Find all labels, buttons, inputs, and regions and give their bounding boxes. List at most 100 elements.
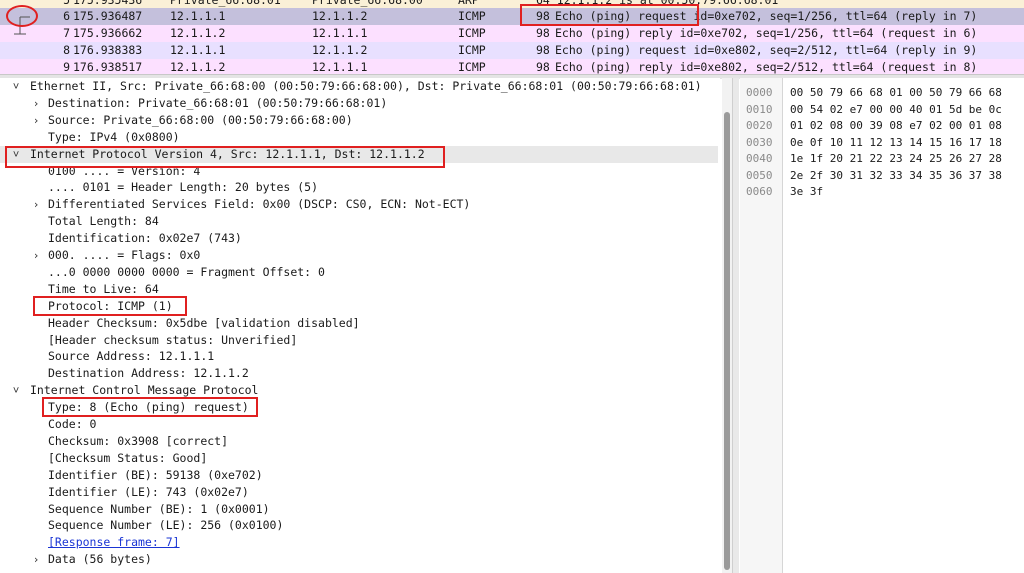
packet-row[interactable]: 9 176.938517 12.1.1.2 12.1.1.1 ICMP 98 E… bbox=[0, 59, 1024, 74]
detail-row[interactable]: Identification: 0x02e7 (743) bbox=[0, 230, 718, 247]
packet-src: 12.1.1.1 bbox=[170, 43, 226, 57]
packet-length: 98 bbox=[536, 43, 550, 57]
packet-length: 98 bbox=[536, 60, 550, 74]
detail-text: .... 0101 = Header Length: 20 bytes (5) bbox=[48, 180, 319, 195]
expand-chevron-right-icon[interactable]: › bbox=[30, 112, 42, 129]
detail-row[interactable]: Type: IPv4 (0x0800) bbox=[0, 129, 718, 146]
expand-chevron-down-icon[interactable]: ˅ bbox=[10, 382, 22, 399]
packet-list[interactable]: 5 175.935436 Private_66:68:01 Private_66… bbox=[0, 0, 1024, 74]
packet-time: 176.938517 bbox=[73, 60, 143, 74]
byte-offset: 0030 bbox=[746, 135, 773, 149]
detail-row[interactable]: › Destination: Private_66:68:01 (00:50:79… bbox=[0, 95, 718, 112]
packet-src: 12.1.1.2 bbox=[170, 26, 226, 40]
detail-row[interactable]: Protocol: ICMP (1) bbox=[0, 298, 718, 315]
byte-hex[interactable]: 3e 3f bbox=[790, 183, 823, 200]
reply-arrow-icon bbox=[14, 25, 26, 35]
details-scrollbar[interactable] bbox=[722, 78, 732, 573]
expand-chevron-right-icon[interactable]: › bbox=[30, 196, 42, 213]
packet-info: Echo (ping) request id=0xe802, seq=2/512… bbox=[555, 43, 978, 57]
byte-offset: 0010 bbox=[746, 102, 773, 116]
byte-offset: 0020 bbox=[746, 119, 773, 132]
expand-chevron-right-icon[interactable]: › bbox=[30, 95, 42, 112]
detail-row[interactable]: Source Address: 12.1.1.1 bbox=[0, 348, 718, 365]
detail-text: Time to Live: 64 bbox=[48, 281, 159, 296]
packet-time: 176.938383 bbox=[73, 43, 143, 57]
packet-time: 175.936662 bbox=[73, 26, 143, 40]
annotation-circle bbox=[6, 5, 38, 27]
detail-row[interactable]: Identifier (BE): 59138 (0xe702) bbox=[0, 467, 718, 484]
byte-offset: 0000 bbox=[746, 86, 773, 99]
detail-row[interactable]: Identifier (LE): 743 (0x02e7) bbox=[0, 484, 718, 501]
detail-text: 0100 .... = Version: 4 bbox=[48, 163, 201, 178]
detail-row[interactable]: Type: 8 (Echo (ping) request) bbox=[0, 399, 718, 416]
detail-text: Type: 8 (Echo (ping) request) bbox=[48, 400, 249, 415]
expand-chevron-right-icon[interactable]: › bbox=[30, 551, 42, 568]
detail-text: [Header checksum status: Unverified] bbox=[48, 332, 298, 347]
packet-no: 7 bbox=[63, 26, 70, 40]
detail-text: Protocol: ICMP (1) bbox=[48, 298, 173, 313]
detail-text: Source Address: 12.1.1.1 bbox=[48, 349, 215, 364]
expand-chevron-right-icon[interactable]: › bbox=[30, 247, 42, 264]
packet-row[interactable]: 7 175.936662 12.1.1.2 12.1.1.1 ICMP 98 E… bbox=[0, 25, 1024, 42]
detail-row[interactable]: 0100 .... = Version: 4 bbox=[0, 163, 718, 180]
packet-bytes-pane[interactable]: 0000 00 50 79 66 68 01 00 50 79 66 68 0010… bbox=[740, 78, 1024, 573]
detail-row[interactable]: .... 0101 = Header Length: 20 bytes (5) bbox=[0, 179, 718, 196]
detail-row[interactable]: ...0 0000 0000 0000 = Fragment Offset: 0 bbox=[0, 264, 718, 281]
detail-row[interactable]: ˅ Ethernet II, Src: Private_66:68:00 (00:… bbox=[0, 78, 718, 95]
detail-text: Total Length: 84 bbox=[48, 214, 159, 229]
detail-row[interactable]: ˅ Internet Control Message Protocol bbox=[0, 382, 718, 399]
detail-row[interactable]: › Data (56 bytes) bbox=[0, 551, 718, 568]
byte-hex[interactable]: 00 54 02 e7 00 00 40 01 5d be 0c bbox=[790, 101, 1002, 118]
detail-row[interactable]: Total Length: 84 bbox=[0, 213, 718, 230]
detail-text: Checksum: 0x3908 [correct] bbox=[48, 433, 229, 448]
detail-row[interactable]: [Header checksum status: Unverified] bbox=[0, 332, 718, 349]
packet-info: Echo (ping) reply id=0xe702, seq=1/256, … bbox=[555, 26, 978, 40]
detail-row[interactable]: Header Checksum: 0x5dbe [validation disa… bbox=[0, 315, 718, 332]
byte-hex[interactable]: 1e 1f 20 21 22 23 24 25 26 27 28 bbox=[790, 150, 1002, 167]
detail-row[interactable]: Time to Live: 64 bbox=[0, 281, 718, 298]
byte-hex[interactable]: 00 50 79 66 68 01 00 50 79 66 68 bbox=[790, 84, 1002, 101]
detail-row[interactable]: [Checksum Status: Good] bbox=[0, 450, 718, 467]
response-frame-link[interactable]: [Response frame: 7] bbox=[48, 534, 180, 551]
packet-src: 12.1.1.2 bbox=[170, 60, 226, 74]
packet-no: 8 bbox=[63, 43, 70, 57]
packet-proto: ICMP bbox=[458, 26, 486, 40]
packet-dst: 12.1.1.2 bbox=[312, 9, 368, 23]
detail-row[interactable]: [Response frame: 7] bbox=[0, 534, 718, 551]
byte-offset: 0060 bbox=[746, 185, 773, 198]
detail-text: Internet Control Message Protocol bbox=[30, 383, 259, 398]
byte-offset: 0050 bbox=[746, 168, 773, 182]
detail-text: Identifier (BE): 59138 (0xe702) bbox=[48, 467, 263, 482]
packet-proto: ICMP bbox=[458, 9, 486, 23]
detail-text: Type: IPv4 (0x0800) bbox=[48, 129, 180, 144]
pane-splitter-vertical[interactable] bbox=[732, 78, 739, 573]
detail-row[interactable]: Destination Address: 12.1.1.2 bbox=[0, 365, 718, 382]
detail-row[interactable]: Checksum: 0x3908 [correct] bbox=[0, 433, 718, 450]
detail-row[interactable]: › 000. .... = Flags: 0x0 bbox=[0, 247, 718, 264]
expand-chevron-down-icon[interactable]: ˅ bbox=[10, 146, 22, 163]
detail-text: Data (56 bytes) bbox=[48, 552, 152, 567]
packet-length: 98 bbox=[536, 9, 550, 23]
packet-row-selected[interactable]: 6 175.936487 12.1.1.1 12.1.1.2 ICMP 98 E… bbox=[0, 8, 1024, 25]
packet-dst: 12.1.1.1 bbox=[312, 26, 368, 40]
packet-time: 175.936487 bbox=[73, 9, 143, 23]
detail-row[interactable]: Sequence Number (BE): 1 (0x0001) bbox=[0, 501, 718, 518]
byte-hex[interactable]: 01 02 08 00 39 08 e7 02 00 01 08 bbox=[790, 117, 1002, 134]
detail-text: 000. .... = Flags: 0x0 bbox=[48, 248, 201, 262]
packet-length: 98 bbox=[536, 26, 550, 40]
detail-text: [Checksum Status: Good] bbox=[48, 450, 208, 465]
packet-details-tree[interactable]: ˅ Ethernet II, Src: Private_66:68:00 (00:… bbox=[0, 78, 720, 573]
detail-row[interactable]: Code: 0 bbox=[0, 416, 718, 433]
scrollbar-thumb[interactable] bbox=[724, 112, 730, 570]
byte-hex[interactable]: 0e 0f 10 11 12 13 14 15 16 17 18 bbox=[790, 134, 1002, 151]
packet-proto: ICMP bbox=[458, 43, 486, 57]
detail-row[interactable]: › Differentiated Services Field: 0x00 (DS… bbox=[0, 196, 718, 213]
detail-row[interactable]: ˅ Internet Protocol Version 4, Src: 12.1.… bbox=[0, 145, 718, 163]
detail-row[interactable]: › Source: Private_66:68:00 (00:50:79:66:6… bbox=[0, 112, 718, 129]
detail-text: Identification: 0x02e7 (743) bbox=[48, 231, 242, 246]
byte-hex[interactable]: 2e 2f 30 31 32 33 34 35 36 37 38 bbox=[790, 167, 1002, 184]
detail-row[interactable]: Sequence Number (LE): 256 (0x0100) bbox=[0, 517, 718, 534]
detail-text: Identifier (LE): 743 (0x02e7) bbox=[48, 484, 249, 499]
packet-row[interactable]: 8 176.938383 12.1.1.1 12.1.1.2 ICMP 98 E… bbox=[0, 42, 1024, 59]
expand-chevron-down-icon[interactable]: ˅ bbox=[10, 78, 22, 95]
